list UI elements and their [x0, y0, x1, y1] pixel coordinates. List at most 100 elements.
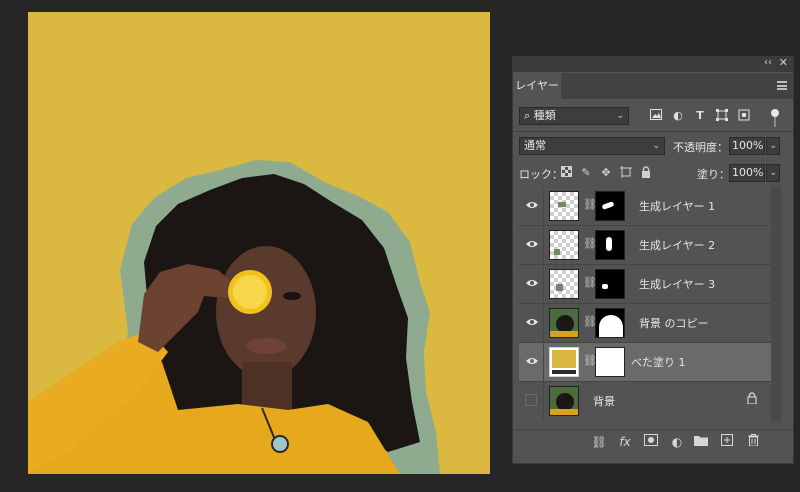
opacity-dropdown-button[interactable]: ⌄ — [766, 137, 780, 155]
canvas-artwork — [28, 12, 490, 474]
close-icon[interactable]: ✕ — [779, 56, 788, 69]
mask-shape — [601, 201, 615, 210]
visibility-eye-icon[interactable] — [525, 238, 539, 250]
lemon-inner — [233, 275, 267, 309]
layer-name: 背景 — [593, 395, 615, 408]
chevron-down-icon: ⌄ — [769, 168, 777, 178]
blend-mode-select[interactable]: 通常 ⌄ — [519, 137, 665, 155]
lock-transparent-pixels-icon[interactable] — [559, 166, 573, 180]
neck-shape — [242, 362, 292, 412]
delete-layer-icon[interactable] — [745, 434, 761, 450]
image-filter-icon[interactable] — [649, 109, 663, 123]
layers-panel: レイヤー ⌕ 種類 ⌄ ◐ T 通常 ⌄ 不透明度： 100% ⌄ ロック： ✎… — [512, 56, 794, 464]
layer-thumbnail — [549, 347, 579, 377]
lock-all-icon[interactable] — [639, 166, 653, 180]
fx-icon[interactable]: fx — [617, 434, 633, 450]
thumb-fragment — [550, 331, 578, 337]
layer-row[interactable]: ⛓ 生成レイヤー 3 — [519, 265, 771, 303]
layer-row[interactable]: 背景 — [519, 382, 771, 420]
layer-thumbnail — [549, 191, 579, 221]
layer-mask-thumbnail[interactable] — [595, 347, 625, 377]
lock-position-icon[interactable]: ✥ — [599, 166, 613, 180]
layer-filter-select[interactable]: ⌕ 種類 ⌄ — [519, 107, 629, 125]
type-filter-icon[interactable]: T — [693, 109, 707, 123]
panel-menu-icon[interactable] — [777, 81, 787, 90]
mask-shape — [599, 315, 623, 337]
tab-layers[interactable]: レイヤー — [513, 73, 561, 99]
panel-tabbar: レイヤー — [513, 73, 793, 99]
link-layers-icon[interactable]: ⛓ — [591, 434, 607, 450]
layer-name: べた塗り 1 — [631, 356, 686, 369]
panel-header-bar: ‹‹ ✕ — [512, 56, 794, 72]
divider — [543, 265, 544, 303]
layer-name: 生成レイヤー 2 — [639, 239, 716, 252]
layer-mask-thumbnail[interactable] — [595, 230, 625, 260]
thumb-fragment — [554, 249, 560, 255]
divider — [543, 304, 544, 342]
fill-field[interactable]: 100% — [729, 164, 765, 182]
layer-row[interactable]: ⛓ 生成レイヤー 1 — [519, 187, 771, 225]
divider — [513, 131, 793, 132]
layer-thumbnail — [549, 308, 579, 338]
mask-shape — [606, 237, 612, 251]
layer-mask-thumbnail[interactable] — [595, 191, 625, 221]
layer-name: 背景 のコピー — [639, 317, 709, 330]
shape-filter-icon[interactable] — [715, 109, 729, 123]
lock-image-pixels-icon[interactable]: ✎ — [579, 166, 593, 180]
adjustment-filter-icon[interactable]: ◐ — [671, 109, 685, 123]
opacity-field[interactable]: 100% — [729, 137, 765, 155]
adjustment-layer-icon[interactable]: ◐ — [669, 434, 685, 450]
layer-thumbnail — [549, 230, 579, 260]
thumb-fragment — [552, 350, 576, 368]
chevron-down-icon: ⌄ — [652, 141, 660, 151]
thumb-fragment — [556, 284, 563, 291]
layer-thumbnail — [549, 386, 579, 416]
thumb-fragment — [558, 202, 566, 207]
divider — [543, 382, 544, 420]
divider — [543, 187, 544, 225]
visibility-eye-icon[interactable] — [525, 199, 539, 211]
layer-mask-thumbnail[interactable] — [595, 269, 625, 299]
lock-icon — [747, 392, 757, 404]
layer-name: 生成レイヤー 3 — [639, 278, 716, 291]
visibility-eye-icon[interactable] — [525, 316, 539, 328]
chevron-down-icon: ⌄ — [616, 111, 624, 121]
opacity-label: 不透明度： — [673, 141, 728, 154]
layers-bottom-toolbar: ⛓ fx ◐ — [513, 429, 793, 454]
add-mask-icon[interactable] — [643, 434, 659, 450]
chevron-down-icon: ⌄ — [769, 141, 777, 151]
visibility-eye-icon[interactable] — [525, 277, 539, 289]
divider — [543, 226, 544, 264]
filter-toggle-knob[interactable] — [771, 109, 779, 117]
visibility-toggle-off[interactable] — [525, 394, 537, 406]
necklace-pendant — [271, 435, 289, 453]
lock-label: ロック： — [519, 168, 563, 181]
layers-scrollbar[interactable] — [771, 187, 781, 421]
eye-shape — [283, 292, 301, 300]
layer-row[interactable]: ⛓ 生成レイヤー 2 — [519, 226, 771, 264]
thumb-fragment — [552, 370, 576, 374]
mask-shape — [602, 284, 608, 289]
layer-thumbnail — [549, 269, 579, 299]
face-shape — [216, 246, 316, 378]
filter-toggle-track — [774, 117, 776, 127]
layer-row[interactable]: ⛓ べた塗り 1 — [519, 343, 771, 381]
layer-name: 生成レイヤー 1 — [639, 200, 716, 213]
layer-mask-thumbnail[interactable] — [595, 308, 625, 338]
search-icon: ⌕ — [524, 109, 531, 122]
new-group-icon[interactable] — [693, 434, 709, 450]
new-layer-icon[interactable] — [719, 434, 735, 450]
collapse-panel-icon[interactable]: ‹‹ — [764, 57, 772, 68]
layers-list: ⛓ 生成レイヤー 1 ⛓ 生成レイヤー 2 ⛓ 生成レイヤー 3 ⛓ 背景 のコ… — [519, 187, 771, 421]
layer-row[interactable]: ⛓ 背景 のコピー — [519, 304, 771, 342]
document-canvas[interactable] — [28, 12, 490, 474]
fill-label: 塗り： — [697, 168, 730, 181]
filter-kind-value: 種類 — [533, 109, 556, 122]
visibility-eye-icon[interactable] — [525, 355, 539, 367]
lock-artboard-icon[interactable] — [619, 166, 633, 180]
blend-mode-value: 通常 — [524, 139, 546, 152]
smart-object-filter-icon[interactable] — [737, 109, 751, 123]
fill-dropdown-button[interactable]: ⌄ — [766, 164, 780, 182]
divider — [543, 343, 544, 381]
lips-shape — [246, 338, 286, 354]
